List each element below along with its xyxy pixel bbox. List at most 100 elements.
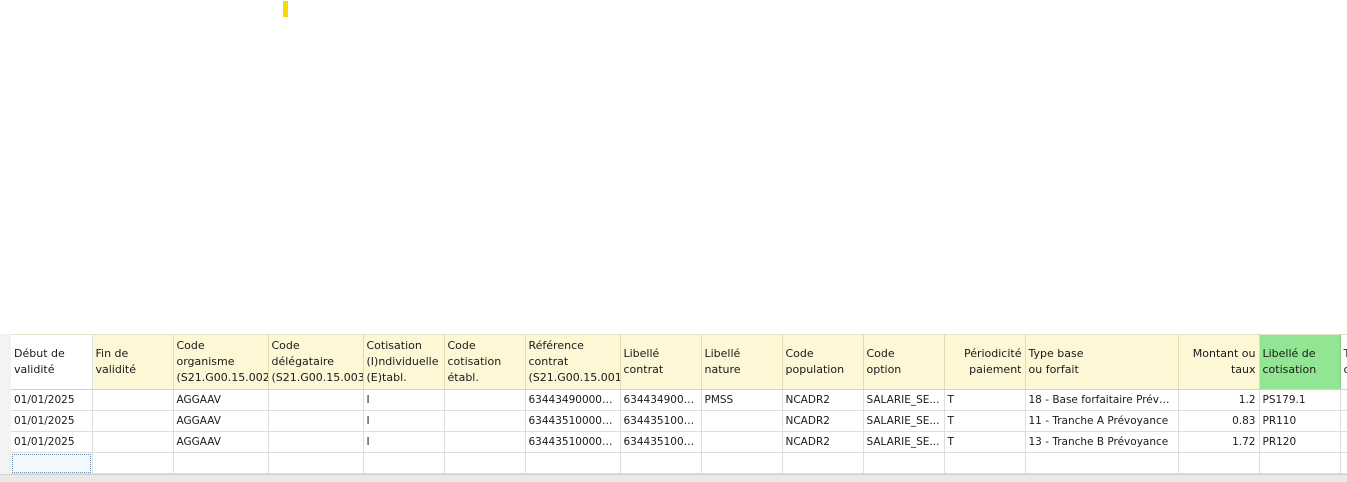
- header-code-organisme[interactable]: Code organisme (S21.G00.15.002): [173, 334, 269, 390]
- header-label-line: Code: [785, 347, 814, 360]
- empty-cell[interactable]: [620, 452, 702, 474]
- cell-fin-validite[interactable]: [92, 410, 174, 432]
- empty-cell[interactable]: [782, 452, 864, 474]
- cell-libelle-cotisation[interactable]: PS179.1: [1259, 389, 1341, 411]
- cell-code-population[interactable]: NCADR2: [782, 431, 864, 453]
- cell-type-base[interactable]: 18 - Base forfaitaire Prévo...: [1025, 389, 1179, 411]
- cell-libelle-cotisation[interactable]: PR110: [1259, 410, 1341, 432]
- cell-montant-taux[interactable]: 0.83: [1178, 410, 1260, 432]
- selected-empty-cell[interactable]: [11, 452, 93, 474]
- cell-code-delegataire[interactable]: [268, 431, 364, 453]
- empty-cell[interactable]: [173, 452, 269, 474]
- empty-cell[interactable]: [863, 452, 945, 474]
- header-code-delegataire[interactable]: Code délégataire (S21.G00.15.003): [268, 334, 364, 390]
- cell-cotisation-type[interactable]: I: [363, 410, 445, 432]
- cell-code-organisme[interactable]: AGGAAV: [173, 389, 269, 411]
- cell-periodicite-paiement[interactable]: T: [944, 410, 1026, 432]
- header-code-population[interactable]: Code population: [782, 334, 864, 390]
- cell-libelle-nature[interactable]: [701, 410, 783, 432]
- empty-cell[interactable]: [268, 452, 364, 474]
- header-label-line: contrat: [623, 363, 664, 376]
- cell-libelle-nature[interactable]: [701, 431, 783, 453]
- cell-type-base[interactable]: 11 - Tranche A Prévoyance: [1025, 410, 1179, 432]
- header-libelle-cotisation[interactable]: Libellé de cotisation: [1259, 334, 1341, 390]
- header-label-line: c: [1344, 362, 1347, 378]
- cell-debut-validite[interactable]: 01/01/2025: [11, 410, 93, 432]
- header-code-cotisation-etabl[interactable]: Code cotisation établ.: [444, 334, 526, 390]
- cell-code-delegataire[interactable]: [268, 389, 364, 411]
- new-entry-row[interactable]: [11, 452, 1347, 474]
- table-row[interactable]: 01/01/2025 AGGAAV I 63443510000000 634435100…: [11, 410, 1347, 432]
- empty-cell[interactable]: [1259, 452, 1341, 474]
- cell-cotisation-type[interactable]: I: [363, 389, 445, 411]
- empty-cell[interactable]: [1025, 452, 1179, 474]
- header-label-line: Code: [447, 339, 476, 352]
- cell-periodicite-paiement[interactable]: T: [944, 389, 1026, 411]
- cell-libelle-contrat[interactable]: 6344349000...: [620, 389, 702, 411]
- header-label-line: Fin de: [95, 347, 129, 360]
- empty-cell[interactable]: [444, 452, 526, 474]
- cell-libelle-cotisation[interactable]: PR120: [1259, 431, 1341, 453]
- header-libelle-nature[interactable]: Libellé nature: [701, 334, 783, 390]
- header-type-base[interactable]: Type base ou forfait: [1025, 334, 1179, 390]
- cell-truncated-column[interactable]: [1340, 389, 1347, 411]
- empty-cell[interactable]: [92, 452, 174, 474]
- header-label-line: (E)tabl.: [366, 371, 407, 384]
- header-cotisation-type[interactable]: Cotisation (I)ndividuelle (E)tabl.: [363, 334, 445, 390]
- table-row[interactable]: 01/01/2025 AGGAAV I 63443490000000 634434900…: [11, 389, 1347, 411]
- header-label-line: Référence: [528, 339, 584, 352]
- cell-montant-taux[interactable]: 1.2: [1178, 389, 1260, 411]
- cell-truncated-column[interactable]: [1340, 431, 1347, 453]
- cell-reference-contrat[interactable]: 63443490000000: [525, 389, 621, 411]
- header-label-line: validité: [95, 363, 136, 376]
- cell-code-option[interactable]: SALARIE_SE...: [863, 410, 945, 432]
- cell-code-population[interactable]: NCADR2: [782, 410, 864, 432]
- empty-cell[interactable]: [1340, 452, 1347, 474]
- empty-cell[interactable]: [1178, 452, 1260, 474]
- header-libelle-contrat[interactable]: Libellé contrat: [620, 334, 702, 390]
- header-fin-validite[interactable]: Fin de validité: [92, 334, 174, 390]
- cell-type-base[interactable]: 13 - Tranche B Prévoyance: [1025, 431, 1179, 453]
- cell-fin-validite[interactable]: [92, 431, 174, 453]
- header-label-line: contrat: [528, 355, 569, 368]
- empty-cell[interactable]: [701, 452, 783, 474]
- empty-cell[interactable]: [525, 452, 621, 474]
- header-code-option[interactable]: Code option: [863, 334, 945, 390]
- header-debut-validite[interactable]: Début de validité: [11, 334, 93, 390]
- cell-debut-validite[interactable]: 01/01/2025: [11, 389, 93, 411]
- cell-code-cotisation-etabl[interactable]: [444, 431, 526, 453]
- header-montant-taux[interactable]: Montant ou taux: [1178, 334, 1260, 390]
- cell-montant-taux[interactable]: 1.72: [1178, 431, 1260, 453]
- cell-fin-validite[interactable]: [92, 389, 174, 411]
- empty-cell[interactable]: [944, 452, 1026, 474]
- cell-code-organisme[interactable]: AGGAAV: [173, 431, 269, 453]
- cell-code-delegataire[interactable]: [268, 410, 364, 432]
- header-periodicite-paiement[interactable]: Périodicité paiement: [944, 334, 1026, 390]
- cell-reference-contrat[interactable]: 63443510000000: [525, 431, 621, 453]
- cell-code-option[interactable]: SALARIE_SE...: [863, 431, 945, 453]
- horizontal-scrollbar[interactable]: [0, 474, 1347, 482]
- header-label-line: paiement: [969, 363, 1022, 376]
- header-label-line: organisme: [176, 355, 235, 368]
- cell-libelle-nature[interactable]: PMSS: [701, 389, 783, 411]
- cell-cotisation-type[interactable]: I: [363, 431, 445, 453]
- cell-periodicite-paiement[interactable]: T: [944, 431, 1026, 453]
- cell-libelle-contrat[interactable]: 6344351000...: [620, 410, 702, 432]
- cell-code-population[interactable]: NCADR2: [782, 389, 864, 411]
- table-row[interactable]: 01/01/2025 AGGAAV I 63443510000000 634435100…: [11, 431, 1347, 453]
- cell-code-cotisation-etabl[interactable]: [444, 410, 526, 432]
- header-label-line: ou forfait: [1028, 363, 1079, 376]
- header-label-line: établ.: [447, 371, 479, 384]
- header-label-line: (I)ndividuelle: [366, 355, 439, 368]
- cell-code-option[interactable]: SALARIE_SE...: [863, 389, 945, 411]
- cell-code-cotisation-etabl[interactable]: [444, 389, 526, 411]
- cell-truncated-column[interactable]: [1340, 410, 1347, 432]
- cell-code-organisme[interactable]: AGGAAV: [173, 410, 269, 432]
- header-truncated-column[interactable]: Tc: [1340, 334, 1347, 390]
- cell-reference-contrat[interactable]: 63443510000000: [525, 410, 621, 432]
- cell-libelle-contrat[interactable]: 6344351000...: [620, 431, 702, 453]
- cell-debut-validite[interactable]: 01/01/2025: [11, 431, 93, 453]
- header-label-line: cotisation: [1262, 363, 1317, 376]
- header-reference-contrat[interactable]: Référence contrat (S21.G00.15.001): [525, 334, 621, 390]
- empty-cell[interactable]: [363, 452, 445, 474]
